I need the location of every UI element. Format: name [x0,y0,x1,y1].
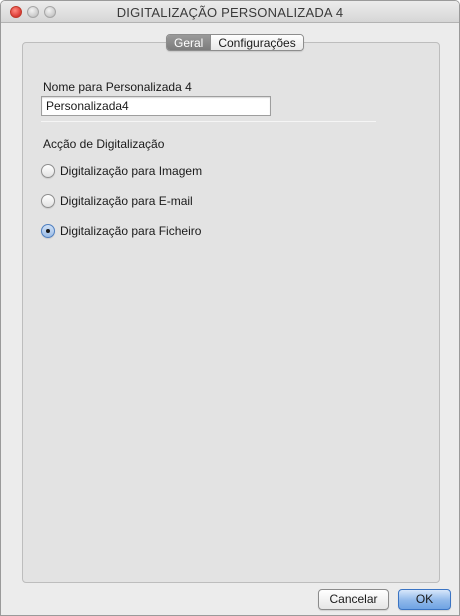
section-divider [41,121,376,122]
tab-geral[interactable]: Geral [167,35,211,50]
cancel-button[interactable]: Cancelar [318,589,389,610]
tab-configuracoes[interactable]: Configurações [210,35,303,50]
radio-scan-to-email[interactable]: Digitalização para E-mail [41,194,193,208]
radio-unselected-icon[interactable] [41,164,55,178]
tab-bar: Geral Configurações [166,34,304,51]
dialog-window: DIGITALIZAÇÃO PERSONALIZADA 4 Geral Conf… [0,0,460,616]
radio-label-scan-to-image: Digitalização para Imagem [60,164,203,178]
radio-label-scan-to-email: Digitalização para E-mail [60,194,193,208]
name-input[interactable] [41,96,271,116]
radio-scan-to-file[interactable]: Digitalização para Ficheiro [41,224,201,238]
scan-action-label: Acção de Digitalização [43,137,165,151]
radio-scan-to-image[interactable]: Digitalização para Imagem [41,164,202,178]
window-title: DIGITALIZAÇÃO PERSONALIZADA 4 [116,5,344,20]
radio-unselected-icon[interactable] [41,194,55,208]
name-label: Nome para Personalizada 4 [43,80,192,94]
general-panel: Nome para Personalizada 4 Acção de Digit… [22,42,440,583]
title-bar: DIGITALIZAÇÃO PERSONALIZADA 4 [1,1,459,23]
radio-label-scan-to-file: Digitalização para Ficheiro [60,224,202,238]
ok-button[interactable]: OK [398,589,451,610]
radio-selected-icon[interactable] [41,224,55,238]
